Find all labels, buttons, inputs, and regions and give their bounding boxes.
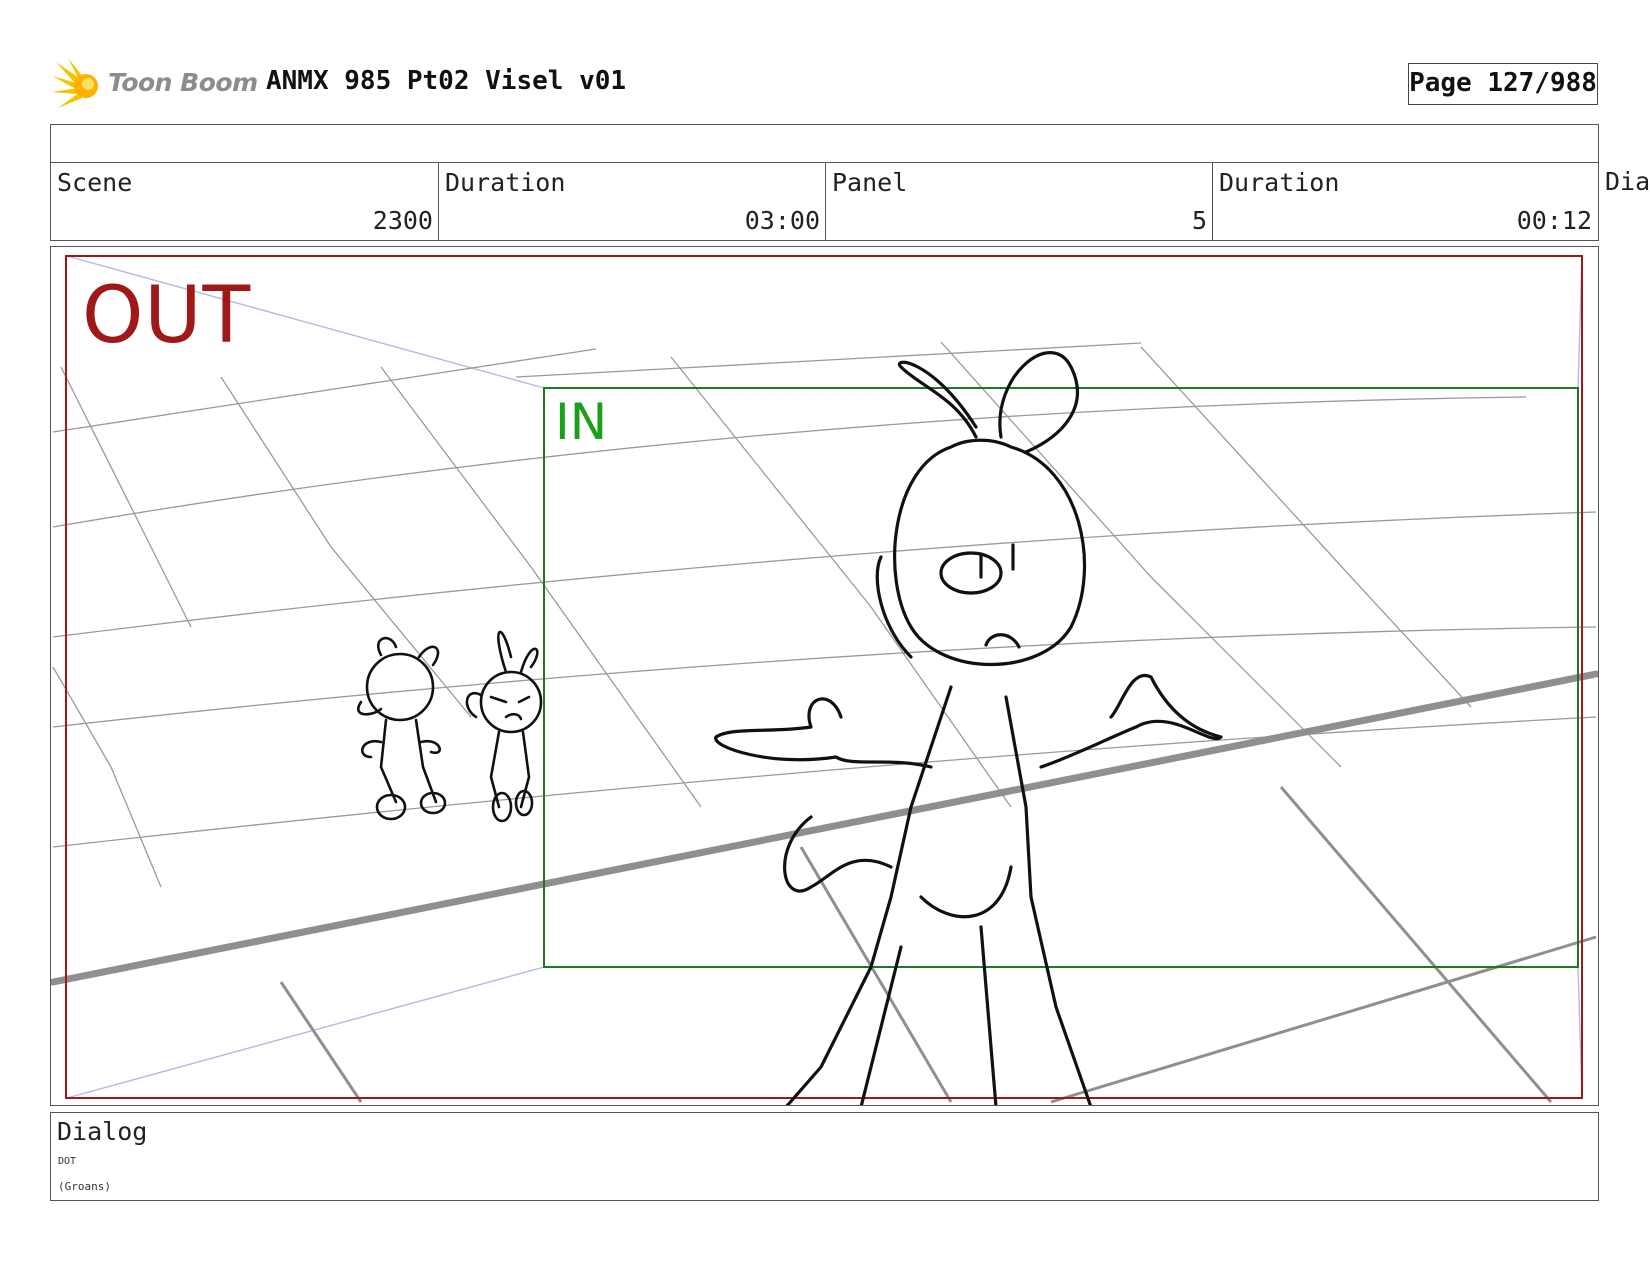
panel-label: Panel: [832, 168, 908, 197]
scene-label: Scene: [57, 168, 133, 197]
out-frame-label: OUT: [82, 271, 252, 361]
storyboard-panel: OUT IN: [50, 246, 1599, 1106]
document-title: ANMX 985 Pt02 Visel v01: [266, 66, 627, 96]
scene-duration-cell: Duration 03:00: [439, 163, 826, 240]
character-yakko-sketch: [714, 351, 1223, 1105]
panel-duration-label: Duration: [1219, 168, 1340, 197]
panel-duration-value: 00:12: [1516, 206, 1592, 235]
toon-boom-logo: Toon Boom: [52, 58, 258, 114]
page-indicator: Page 127/988: [1408, 63, 1598, 105]
in-frame: [543, 387, 1579, 968]
header-blank-row: [50, 124, 1599, 163]
perspective-grid: [52, 341, 1597, 888]
floor-edge: [51, 670, 1598, 986]
dialog-speaker: DOT: [58, 1156, 77, 1167]
character-wakko-sketch: [357, 636, 447, 821]
panel-duration-cell: Duration 00:12: [1213, 163, 1597, 240]
character-dot-sketch: [465, 630, 543, 823]
foreground-lines: [279, 786, 1597, 1104]
scene-value: 2300: [372, 206, 433, 235]
dialog-label: Dialog: [57, 1117, 148, 1146]
scene-cell: Scene 2300: [51, 163, 439, 240]
scene-duration-value: 03:00: [744, 206, 820, 235]
dialog-line: (Groans): [58, 1180, 111, 1193]
panel-value: 5: [1191, 206, 1207, 235]
logo-text: Toon Boom: [108, 68, 258, 97]
in-frame-label: IN: [555, 393, 608, 451]
camera-move-lines: [66, 255, 1583, 1099]
dialog-box: Dialog DOT (Groans): [50, 1112, 1599, 1201]
scene-duration-label: Duration: [445, 168, 566, 197]
dialog-column-label-truncated: Dia: [1605, 167, 1650, 196]
out-frame: [65, 255, 1583, 1099]
starburst-logo-icon: [52, 58, 98, 108]
panel-sketch: [51, 255, 1598, 1105]
panel-cell: Panel 5: [826, 163, 1213, 240]
scene-info-row: Scene 2300 Duration 03:00 Panel 5 Durati…: [50, 162, 1599, 241]
